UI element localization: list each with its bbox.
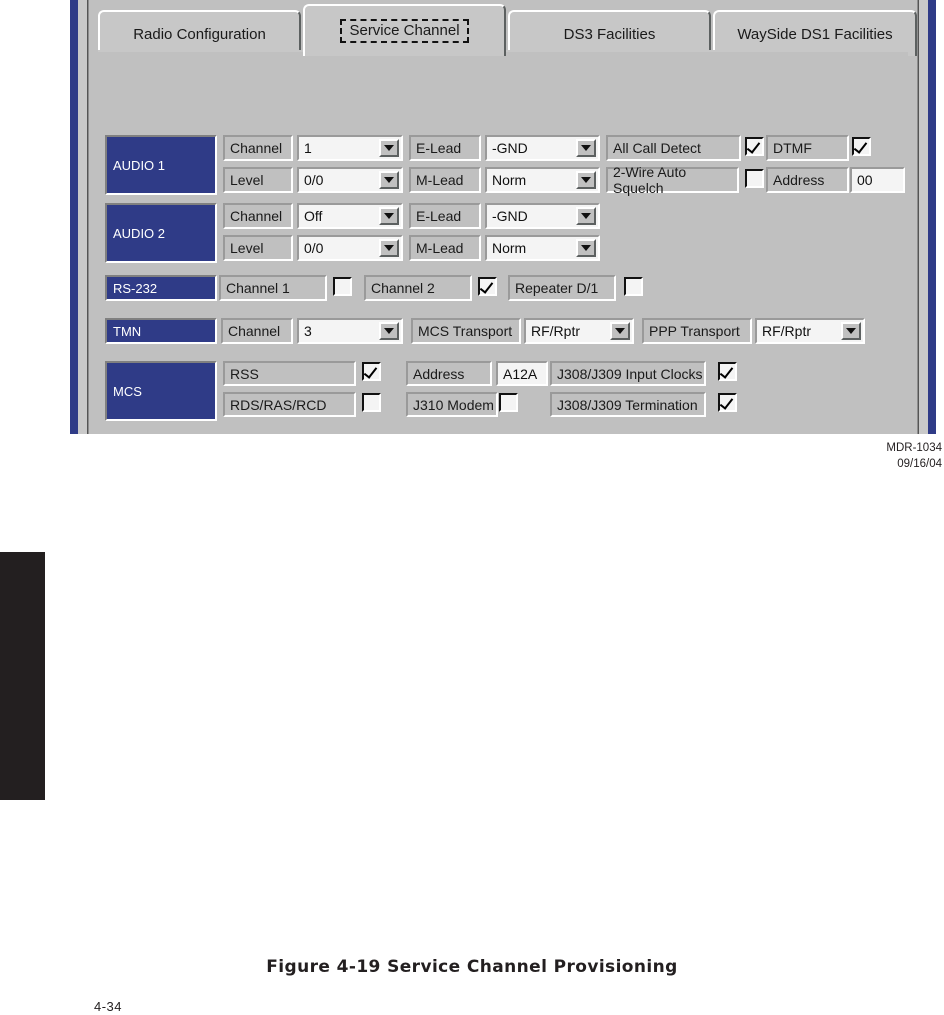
tab-bar: Radio Configuration Service Channel DS3 … [98, 4, 917, 56]
tab-ds3-facilities-label: DS3 Facilities [563, 25, 656, 43]
tmn-channel-label: Channel [221, 318, 293, 344]
audio1-dtmf-label: DTMF [766, 135, 849, 161]
audio2-channel-dropdown[interactable]: Off [297, 203, 403, 229]
chevron-down-icon[interactable] [379, 239, 399, 257]
audio1-mlead-dropdown[interactable]: Norm [485, 167, 600, 193]
audio1-all-call-detect-label: All Call Detect [606, 135, 741, 161]
audio1-auto-squelch-checkbox[interactable] [745, 169, 764, 188]
application-window: Radio Configuration Service Channel DS3 … [70, 0, 936, 434]
chevron-down-icon[interactable] [576, 171, 596, 189]
mcs-termination-label: J308/J309 Termination [550, 392, 706, 417]
tmn-mcs-transport-dropdown[interactable]: RF/Rptr [524, 318, 634, 344]
mcs-input-clocks-label: J308/J309 Input Clocks [550, 361, 706, 386]
audio2-elead-label: E-Lead [409, 203, 481, 229]
tmn-ppp-transport-value: RF/Rptr [762, 323, 811, 339]
audio2-mlead-label: M-Lead [409, 235, 481, 261]
tab-service-channel[interactable]: Service Channel [303, 4, 506, 56]
mcs-title: MCS [107, 363, 215, 419]
tmn-mcs-transport-label: MCS Transport [411, 318, 521, 344]
audio2-section-frame: AUDIO 2 [105, 203, 217, 263]
audio1-elead-dropdown[interactable]: -GND [485, 135, 600, 161]
tmn-channel-dropdown[interactable]: 3 [297, 318, 403, 344]
page-edge-tab-marker [0, 552, 45, 800]
audio1-mlead-label: M-Lead [409, 167, 481, 193]
audio1-level-dropdown[interactable]: 0/0 [297, 167, 403, 193]
rs232-title: RS-232 [107, 277, 215, 299]
audio2-level-label: Level [223, 235, 293, 261]
mcs-address-input[interactable]: A12A [496, 361, 548, 386]
mcs-termination-checkbox[interactable] [718, 393, 737, 412]
window-client-area: Radio Configuration Service Channel DS3 … [87, 0, 919, 434]
service-channel-panel: AUDIO 1 Channel 1 E-Lead -GND All Call D… [98, 50, 908, 426]
page-number: 4-34 [94, 999, 123, 1014]
rs232-channel1-label: Channel 1 [219, 275, 327, 301]
tab-wayside-ds1-facilities-label: WaySide DS1 Facilities [737, 25, 893, 43]
rs232-repeater-label: Repeater D/1 [508, 275, 616, 301]
chevron-down-icon[interactable] [576, 239, 596, 257]
chevron-down-icon[interactable] [576, 207, 596, 225]
audio1-section-frame: AUDIO 1 [105, 135, 217, 195]
mcs-input-clocks-checkbox[interactable] [718, 362, 737, 381]
tmn-section-frame: TMN [105, 318, 217, 344]
audio2-title: AUDIO 2 [107, 205, 215, 261]
tab-radio-configuration-label: Radio Configuration [133, 25, 266, 43]
audio1-all-call-detect-checkbox[interactable] [745, 137, 764, 156]
tab-service-channel-label: Service Channel [340, 19, 469, 43]
audio1-elead-value: -GND [492, 140, 528, 156]
window-gutter-left [78, 0, 87, 434]
mcs-section-frame: MCS [105, 361, 217, 421]
tmn-title: TMN [107, 320, 215, 342]
audio1-channel-dropdown[interactable]: 1 [297, 135, 403, 161]
audio1-auto-squelch-label: 2-Wire Auto Squelch [606, 164, 739, 196]
figure-credit-date: 09/16/04 [897, 458, 942, 470]
rs232-channel2-checkbox[interactable] [478, 277, 497, 296]
mcs-address-label: Address [406, 361, 492, 386]
chevron-down-icon[interactable] [379, 322, 399, 340]
audio2-level-value: 0/0 [304, 240, 324, 256]
audio2-mlead-dropdown[interactable]: Norm [485, 235, 600, 261]
tmn-ppp-transport-dropdown[interactable]: RF/Rptr [755, 318, 865, 344]
mcs-j310-modem-label: J310 Modem [406, 392, 498, 417]
audio1-channel-label: Channel [223, 135, 293, 161]
audio2-level-dropdown[interactable]: 0/0 [297, 235, 403, 261]
audio1-address-input[interactable]: 00 [850, 167, 905, 193]
mcs-rds-ras-rcd-checkbox[interactable] [362, 393, 381, 412]
rs232-repeater-checkbox[interactable] [624, 277, 643, 296]
mcs-j310-modem-checkbox[interactable] [499, 393, 518, 412]
figure-credit-id: MDR-1034 [886, 442, 942, 454]
audio1-level-label: Level [223, 167, 293, 193]
window-border-left [70, 0, 78, 434]
window-border-right [928, 0, 936, 434]
audio1-elead-label: E-Lead [409, 135, 481, 161]
audio1-address-label: Address [766, 167, 849, 193]
mcs-rss-label: RSS [223, 361, 356, 386]
tmn-channel-value: 3 [304, 323, 312, 339]
mcs-rds-ras-rcd-label: RDS/RAS/RCD [223, 392, 356, 417]
rs232-channel2-label: Channel 2 [364, 275, 472, 301]
chevron-down-icon[interactable] [576, 139, 596, 157]
chevron-down-icon[interactable] [610, 322, 630, 340]
window-gutter-right [919, 0, 928, 434]
chevron-down-icon[interactable] [841, 322, 861, 340]
audio2-elead-dropdown[interactable]: -GND [485, 203, 600, 229]
chevron-down-icon[interactable] [379, 207, 399, 225]
audio2-channel-label: Channel [223, 203, 293, 229]
figure-caption: Figure 4-19 Service Channel Provisioning [266, 957, 678, 977]
audio1-channel-value: 1 [304, 140, 312, 156]
audio1-title: AUDIO 1 [107, 137, 215, 193]
audio1-mlead-value: Norm [492, 172, 527, 188]
rs232-section-frame: RS-232 [105, 275, 217, 301]
tmn-ppp-transport-label: PPP Transport [642, 318, 752, 344]
chevron-down-icon[interactable] [379, 139, 399, 157]
audio1-dtmf-checkbox[interactable] [852, 137, 871, 156]
tmn-mcs-transport-value: RF/Rptr [531, 323, 580, 339]
audio2-channel-value: Off [304, 208, 323, 224]
chevron-down-icon[interactable] [379, 171, 399, 189]
audio2-mlead-value: Norm [492, 240, 527, 256]
audio1-level-value: 0/0 [304, 172, 324, 188]
mcs-rss-checkbox[interactable] [362, 362, 381, 381]
rs232-channel1-checkbox[interactable] [333, 277, 352, 296]
figure-credit: MDR-1034 09/16/04 [886, 440, 942, 472]
audio2-elead-value: -GND [492, 208, 528, 224]
